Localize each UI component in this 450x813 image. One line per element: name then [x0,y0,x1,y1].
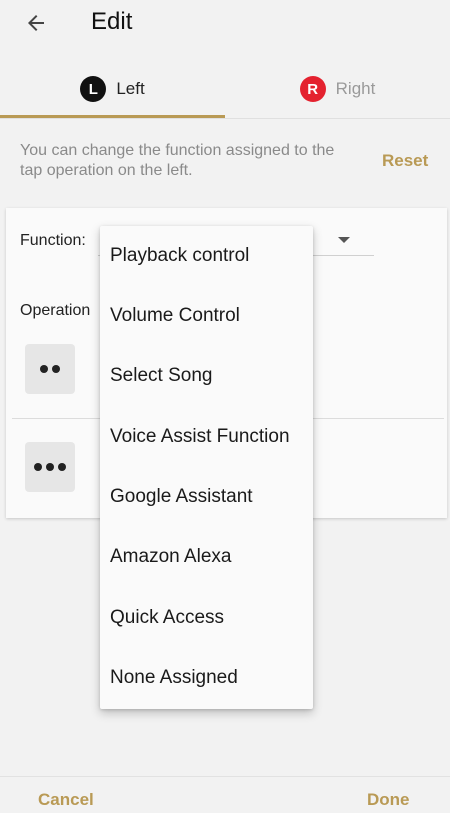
description-text: You can change the function assigned to … [20,142,335,179]
operation-label: Operation [20,302,91,319]
option-volume-control[interactable]: Volume Control [100,286,313,346]
arrow-left-icon [28,15,44,31]
option-playback-control[interactable]: Playback control [100,226,313,286]
tab-right[interactable]: R Right [225,60,450,118]
function-dropdown-menu: Playback control Volume Control Select S… [100,226,313,709]
done-button[interactable]: Done [367,790,410,810]
back-button[interactable] [14,6,58,40]
option-google-assistant[interactable]: Google Assistant [100,467,313,527]
option-select-song[interactable]: Select Song [100,346,313,406]
option-none-assigned[interactable]: None Assigned [100,648,313,708]
tab-right-label: Right [335,79,376,98]
tabs-divider [0,118,450,119]
app-header: Edit [0,0,450,56]
option-quick-access[interactable]: Quick Access [100,587,313,647]
triple-tap-icon [25,442,75,492]
left-badge-icon: L [80,76,107,102]
tab-left-label: Left [116,79,145,98]
double-tap-icon [25,344,75,394]
function-label: Function: [20,232,86,249]
side-tabs: L Left R Right [0,60,450,118]
dropdown-arrow-icon[interactable] [338,237,350,243]
option-voice-assist[interactable]: Voice Assist Function [100,407,313,467]
reset-button[interactable]: Reset [382,151,428,171]
option-amazon-alexa[interactable]: Amazon Alexa [100,527,313,587]
cancel-button[interactable]: Cancel [38,790,94,810]
right-badge-icon: R [299,76,326,102]
footer-divider [0,776,450,777]
tab-left[interactable]: L Left [0,60,225,118]
page-title: Edit [91,8,133,35]
